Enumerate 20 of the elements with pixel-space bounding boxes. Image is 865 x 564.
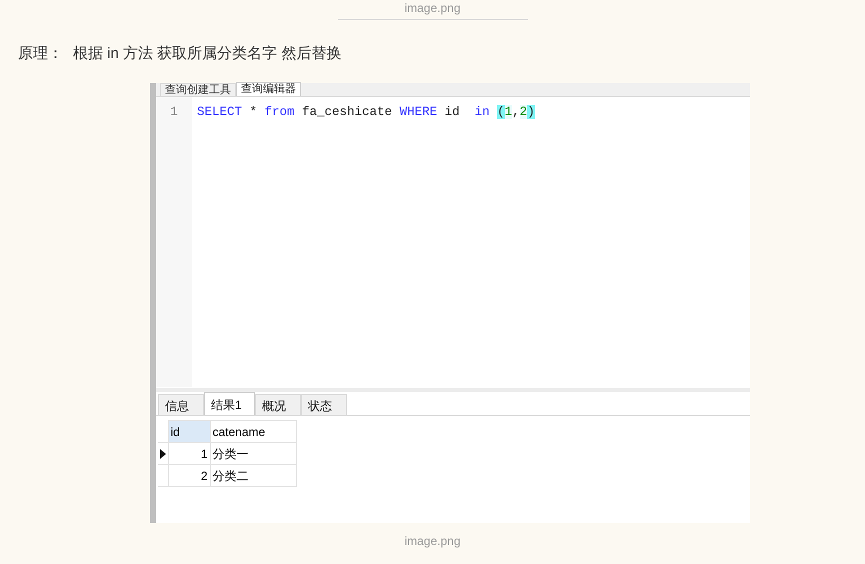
editor-tab[interactable]: 查询创建工具 bbox=[160, 83, 236, 96]
image-caption: image.png bbox=[404, 1, 461, 15]
image-caption: image.png bbox=[404, 534, 461, 548]
table-cell: 分类一 bbox=[210, 442, 296, 464]
result-tab[interactable]: 结果1 bbox=[204, 392, 255, 415]
column-header[interactable]: catename bbox=[210, 420, 296, 442]
paragraph-text: 根据 in 方法 获取所属分类名字 然后替换 bbox=[73, 44, 342, 64]
row-selector[interactable] bbox=[158, 442, 168, 464]
paragraph-label: 原理： bbox=[18, 44, 63, 64]
editor-tab[interactable]: 查询编辑器 bbox=[236, 82, 301, 96]
column-header[interactable]: id bbox=[168, 420, 210, 442]
table-cell: 分类二 bbox=[210, 464, 296, 486]
line-number: 1 bbox=[170, 104, 178, 121]
result-tab[interactable]: 信息 bbox=[158, 394, 204, 415]
result-tab[interactable]: 概况 bbox=[255, 394, 301, 415]
row-pointer-icon bbox=[160, 448, 166, 458]
result-tab[interactable]: 状态 bbox=[301, 394, 347, 415]
table-cell: 2 bbox=[168, 464, 210, 486]
table-cell: 1 bbox=[168, 442, 210, 464]
sql-code-line: SELECT * from fa_ceshicate WHERE id in (1,2) bbox=[197, 104, 535, 121]
